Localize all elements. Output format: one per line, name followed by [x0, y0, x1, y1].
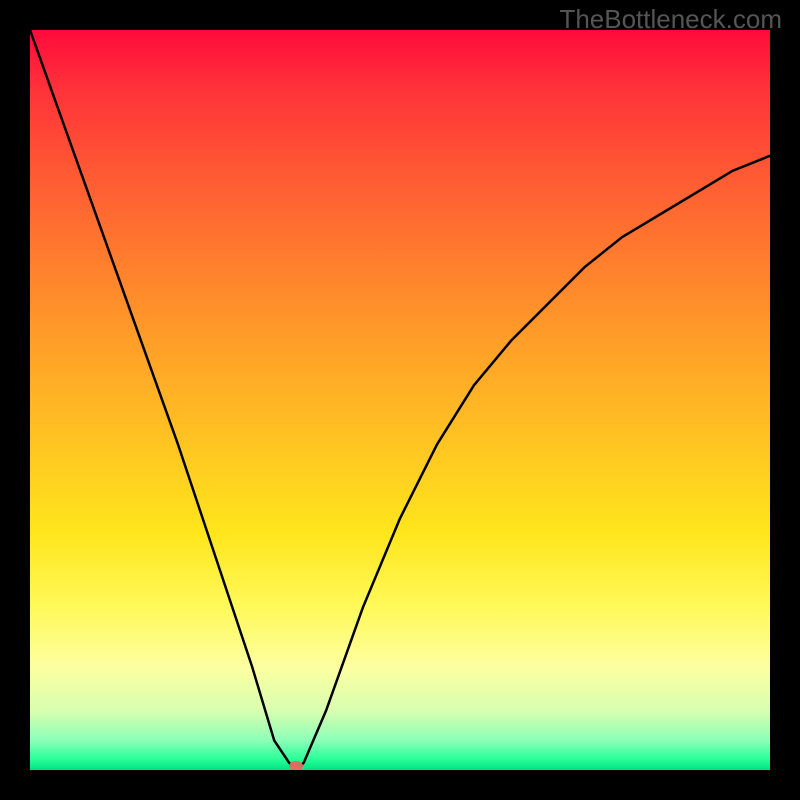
bottleneck-curve-line	[30, 30, 770, 770]
chart-plot-area	[30, 30, 770, 770]
optimal-point-marker	[289, 761, 303, 770]
chart-curve-svg	[30, 30, 770, 770]
watermark-text: TheBottleneck.com	[559, 4, 782, 35]
